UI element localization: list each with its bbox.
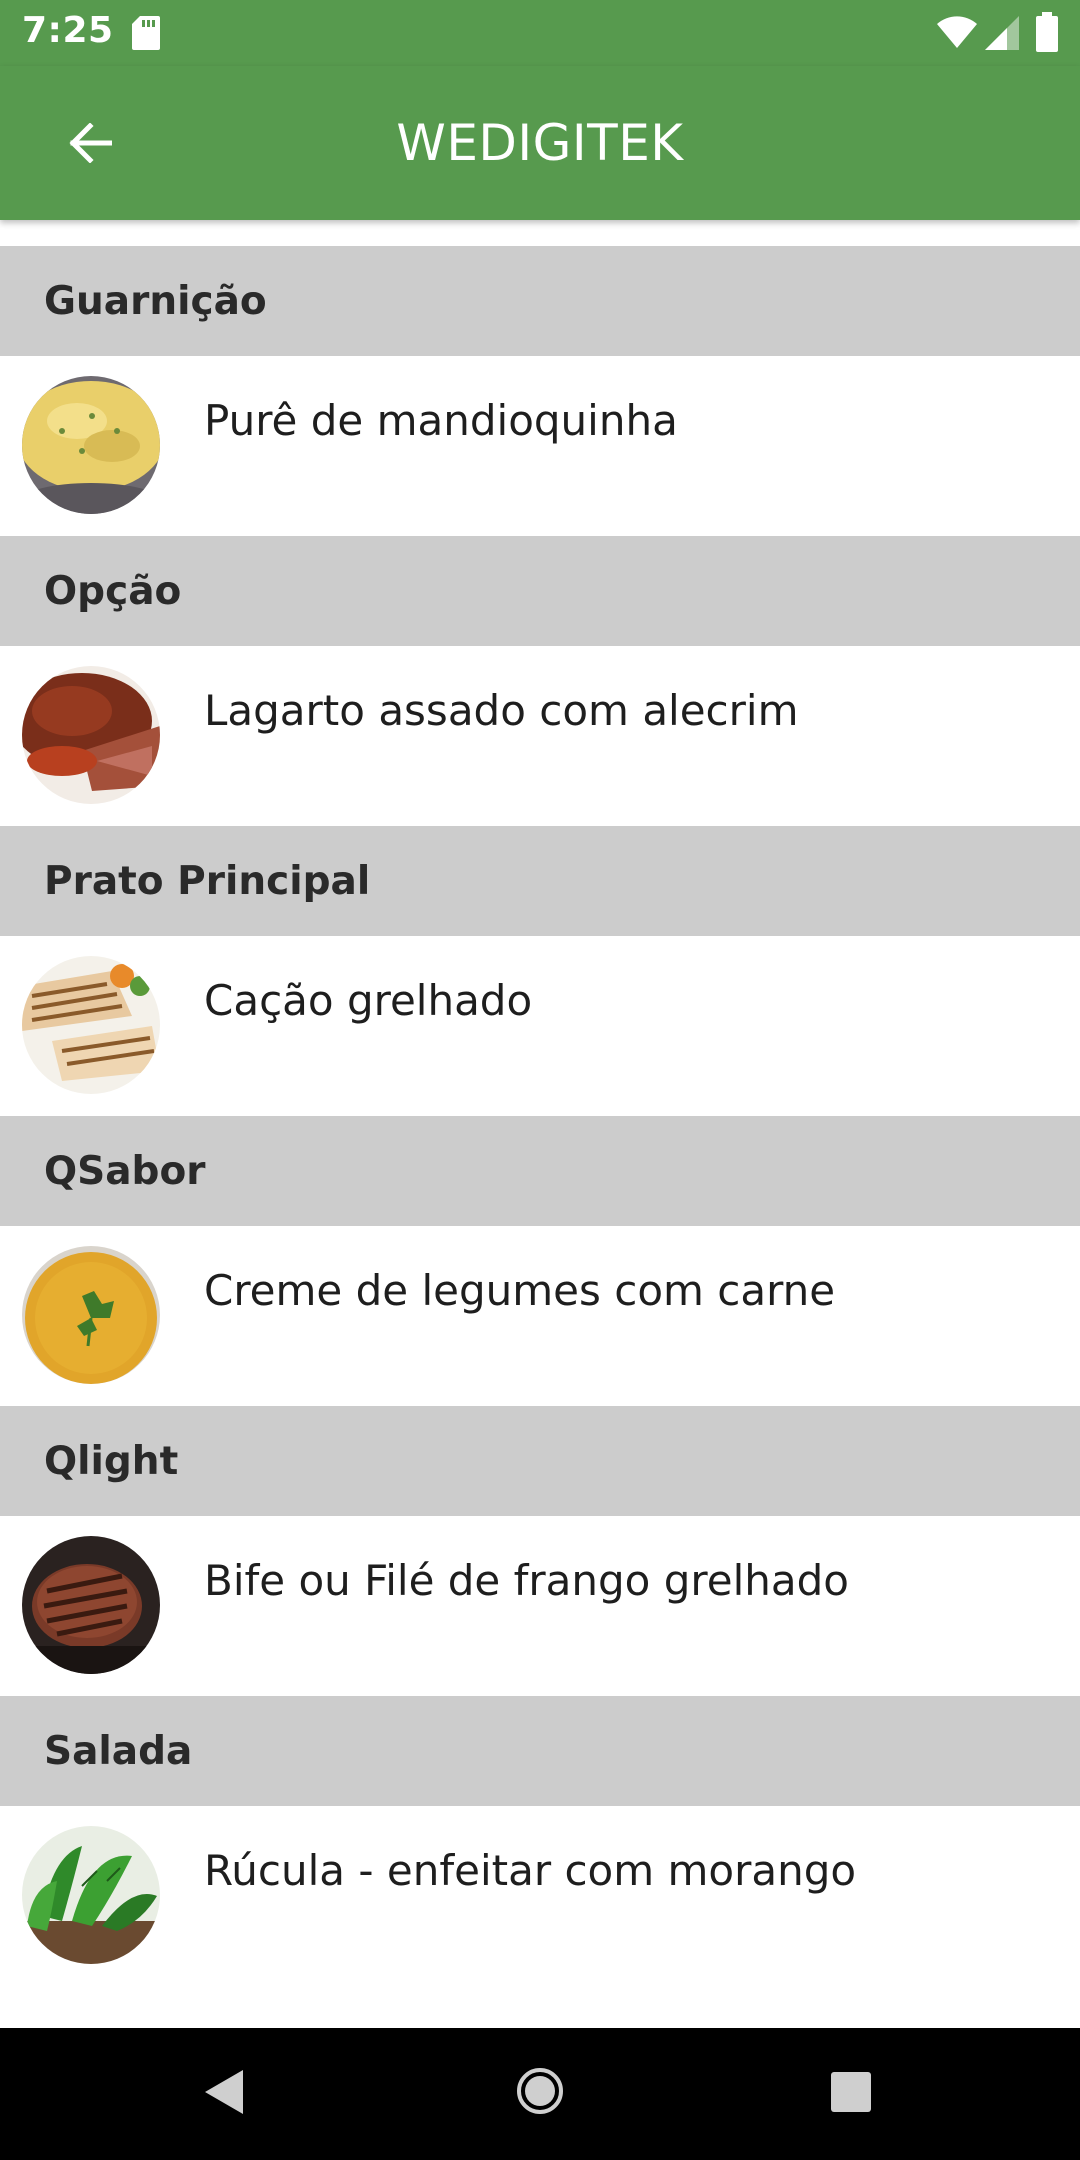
dish-name: Cação grelhado <box>204 976 533 1025</box>
dish-name: Bife ou Filé de frango grelhado <box>204 1556 849 1605</box>
menu-list: Guarnição Purê de mandioquinha Opção Lag… <box>0 246 1080 1986</box>
dish-item[interactable]: Bife ou Filé de frango grelhado <box>0 1516 1080 1696</box>
roast-beef-photo <box>22 666 160 804</box>
mashed-potato-photo <box>22 376 160 514</box>
navigation-bar <box>0 2028 1080 2160</box>
category-header: Prato Principal <box>0 826 1080 936</box>
back-button[interactable] <box>60 113 120 173</box>
dish-item[interactable]: Lagarto assado com alecrim <box>0 646 1080 826</box>
dish-name: Purê de mandioquinha <box>204 396 678 445</box>
category-header: Qlight <box>0 1406 1080 1516</box>
dish-item[interactable]: Creme de legumes com carne <box>0 1226 1080 1406</box>
battery-icon <box>1036 12 1058 56</box>
grilled-steak-photo <box>22 1536 160 1674</box>
arrow-left-icon <box>69 123 112 163</box>
back-triangle-icon[interactable] <box>203 2068 245 2120</box>
category-header: Guarnição <box>0 246 1080 356</box>
dish-item[interactable]: Cação grelhado <box>0 936 1080 1116</box>
soup-photo <box>22 1246 160 1384</box>
app-bar: WEDIGITEK <box>0 66 1080 220</box>
dish-name: Rúcula - enfeitar com morango <box>204 1846 857 1895</box>
home-circle-icon[interactable] <box>515 2066 565 2120</box>
wifi-icon <box>937 16 977 52</box>
dish-item[interactable]: Rúcula - enfeitar com morango <box>0 1806 1080 1986</box>
status-time: 7:25 <box>22 10 114 51</box>
recents-square-icon[interactable] <box>830 2071 872 2117</box>
category-header: Salada <box>0 1696 1080 1806</box>
dish-name: Creme de legumes com carne <box>204 1266 836 1315</box>
dish-item[interactable]: Purê de mandioquinha <box>0 356 1080 536</box>
category-header: Opção <box>0 536 1080 646</box>
grilled-fish-photo <box>22 956 160 1094</box>
signal-icon <box>985 16 1019 54</box>
arugula-salad-photo <box>22 1826 160 1964</box>
category-header: QSabor <box>0 1116 1080 1226</box>
app-title: WEDIGITEK <box>396 114 684 172</box>
dish-name: Lagarto assado com alecrim <box>204 686 799 735</box>
status-bar: 7:25 <box>0 0 1080 66</box>
sd-card-icon <box>132 16 160 54</box>
